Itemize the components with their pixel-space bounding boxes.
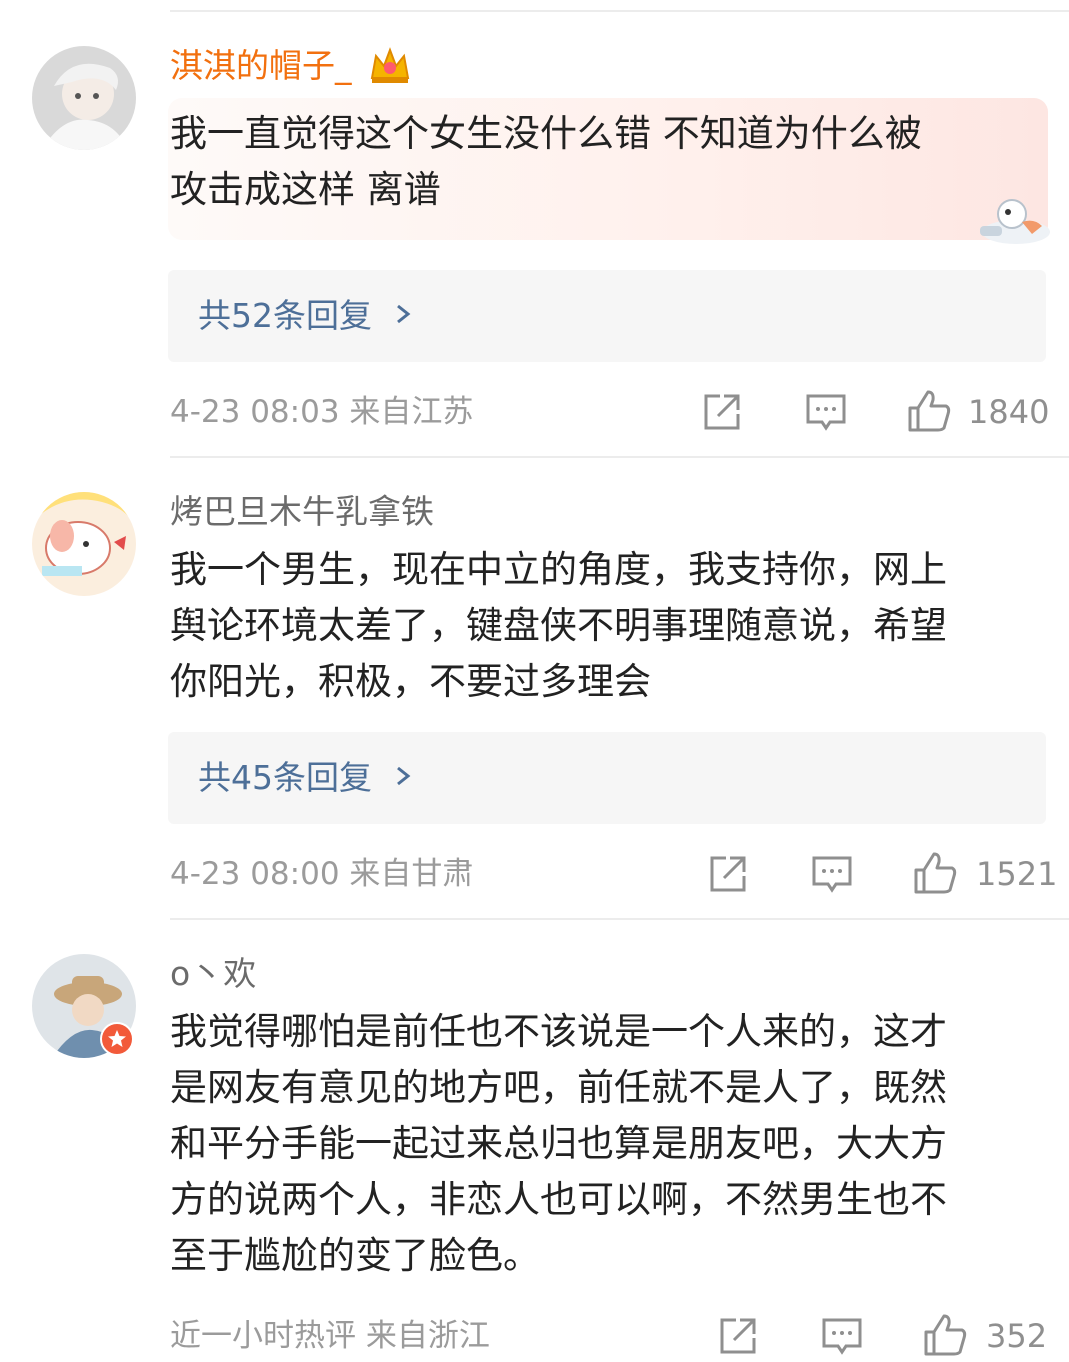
verified-badge-icon bbox=[100, 1022, 134, 1056]
replies-label: 共45条回复 bbox=[198, 758, 372, 797]
share-icon[interactable] bbox=[716, 1314, 760, 1358]
like-icon[interactable] bbox=[906, 388, 951, 432]
username[interactable]: 淇淇的帽子_ bbox=[170, 46, 352, 86]
username[interactable]: o丶欢 bbox=[170, 954, 256, 994]
comment-icon[interactable] bbox=[820, 1314, 864, 1358]
sticker-icon bbox=[972, 188, 1058, 248]
comment-meta: 4-23 08:03 来自江苏 bbox=[170, 394, 474, 430]
comment-meta: 4-23 08:00 来自甘肃 bbox=[170, 856, 474, 892]
comment-text: 我一个男生，现在中立的角度，我支持你，网上 舆论环境太差了，键盘侠不明事理随意说… bbox=[170, 548, 947, 703]
comment-text: 我觉得哪怕是前任也不该说是一个人来的，这才 是网友有意见的地方吧，前任就不是人了… bbox=[170, 1010, 947, 1277]
share-icon[interactable] bbox=[706, 852, 750, 896]
divider bbox=[170, 918, 1069, 920]
like-icon[interactable] bbox=[912, 850, 957, 894]
chevron-right-icon bbox=[394, 758, 414, 803]
avatar[interactable] bbox=[32, 492, 136, 596]
username[interactable]: 烤巴旦木牛乳拿铁 bbox=[170, 492, 434, 532]
share-icon[interactable] bbox=[700, 390, 744, 434]
replies-link[interactable]: 共45条回复 bbox=[168, 732, 1046, 824]
crown-icon bbox=[368, 44, 412, 94]
replies-label: 共52条回复 bbox=[198, 296, 372, 335]
replies-link[interactable]: 共52条回复 bbox=[168, 270, 1046, 362]
comment-meta: 近一小时热评 来自浙江 bbox=[170, 1318, 490, 1354]
comment-text: 我一直觉得这个女生没什么错 不知道为什么被 攻击成这样 离谱 bbox=[170, 112, 922, 211]
like-count: 1840 bbox=[968, 393, 1050, 431]
divider-top bbox=[170, 10, 1069, 12]
like-icon[interactable] bbox=[922, 1312, 967, 1356]
chevron-right-icon bbox=[394, 296, 414, 341]
like-count: 352 bbox=[986, 1317, 1048, 1355]
like-count: 1521 bbox=[976, 855, 1058, 893]
comment-icon[interactable] bbox=[804, 390, 848, 434]
divider bbox=[170, 456, 1069, 458]
comment-icon[interactable] bbox=[810, 852, 854, 896]
avatar[interactable] bbox=[32, 46, 136, 150]
